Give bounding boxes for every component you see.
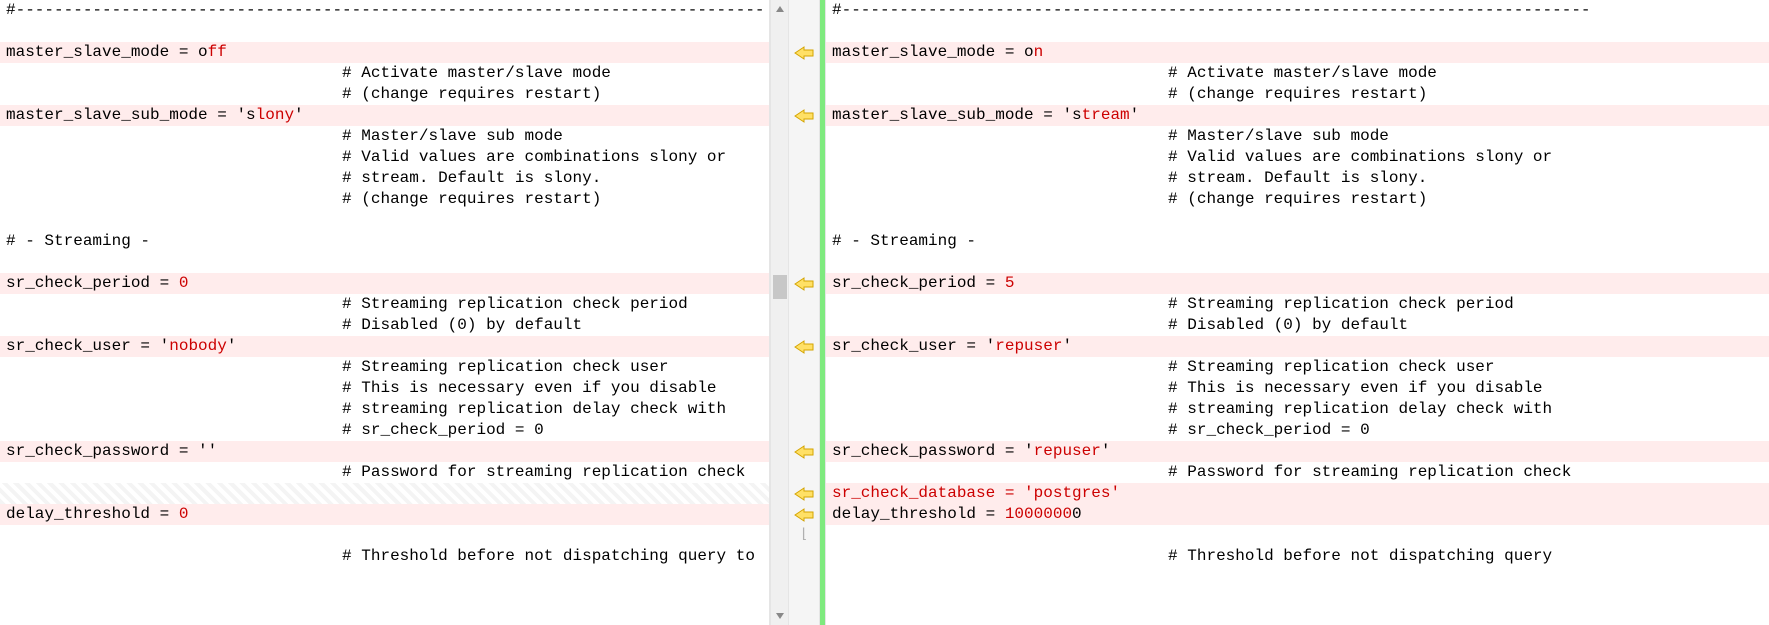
code-line: # stream. Default is slony. xyxy=(0,168,769,189)
code-line: master_slave_sub_mode = 'stream' xyxy=(826,105,1769,126)
code-line: delay_threshold = 10000000 xyxy=(826,504,1769,525)
code-line: # sr_check_period = 0 xyxy=(826,420,1769,441)
gutter-slot xyxy=(789,21,819,42)
code-line: # Streaming replication check period xyxy=(0,294,769,315)
gutter-slot xyxy=(789,420,819,441)
code-line xyxy=(826,252,1769,273)
code-line: sr_check_password = '' xyxy=(0,441,769,462)
code-line xyxy=(826,210,1769,231)
code-line: # - Streaming - xyxy=(826,231,1769,252)
code-line: # Valid values are combinations slony or xyxy=(826,147,1769,168)
code-line: # Streaming replication check user xyxy=(0,357,769,378)
gutter-slot xyxy=(789,294,819,315)
right-pane[interactable]: #---------------------------------------… xyxy=(826,0,1769,625)
left-vertical-scrollbar[interactable] xyxy=(770,0,788,625)
code-line xyxy=(826,525,1769,546)
line-connector-icon: ⌊ xyxy=(789,525,819,546)
code-line: # Disabled (0) by default xyxy=(826,315,1769,336)
diff-gutter: ⌊ xyxy=(788,0,820,625)
diff-viewer: #---------------------------------------… xyxy=(0,0,1769,625)
copy-left-arrow-icon[interactable] xyxy=(789,42,819,63)
code-line: # sr_check_period = 0 xyxy=(0,420,769,441)
code-line: #---------------------------------------… xyxy=(826,0,1769,21)
code-line: sr_check_period = 0 xyxy=(0,273,769,294)
left-pane[interactable]: #---------------------------------------… xyxy=(0,0,770,625)
gutter-slot xyxy=(789,231,819,252)
code-line: # streaming replication delay check with xyxy=(826,399,1769,420)
code-line: # - Streaming - xyxy=(0,231,769,252)
missing-line-placeholder xyxy=(0,483,769,504)
gutter-slot xyxy=(789,462,819,483)
code-line: # streaming replication delay check with xyxy=(0,399,769,420)
code-line: sr_check_user = 'nobody' xyxy=(0,336,769,357)
copy-left-arrow-icon[interactable] xyxy=(789,105,819,126)
code-line: # (change requires restart) xyxy=(826,84,1769,105)
code-line: # Activate master/slave mode xyxy=(826,63,1769,84)
code-line: master_slave_mode = on xyxy=(826,42,1769,63)
gutter-slot xyxy=(789,84,819,105)
code-line xyxy=(0,21,769,42)
code-line: sr_check_period = 5 xyxy=(826,273,1769,294)
code-line: # Disabled (0) by default xyxy=(0,315,769,336)
gutter-slot xyxy=(789,126,819,147)
gutter-slot xyxy=(789,378,819,399)
code-line: # (change requires restart) xyxy=(0,84,769,105)
code-line: # (change requires restart) xyxy=(0,189,769,210)
gutter-slot xyxy=(789,315,819,336)
code-line: # This is necessary even if you disable xyxy=(0,378,769,399)
code-line: # Threshold before not dispatching query xyxy=(826,546,1769,567)
gutter-slot xyxy=(789,147,819,168)
code-line: # Valid values are combinations slony or xyxy=(0,147,769,168)
code-line: # Streaming replication check user xyxy=(826,357,1769,378)
gutter-slot xyxy=(789,210,819,231)
gutter-slot xyxy=(789,0,819,21)
copy-left-arrow-icon[interactable] xyxy=(789,273,819,294)
code-line xyxy=(0,525,769,546)
code-line: delay_threshold = 0 xyxy=(0,504,769,525)
copy-left-arrow-icon[interactable] xyxy=(789,504,819,525)
code-line: master_slave_mode = off xyxy=(0,42,769,63)
copy-left-arrow-icon[interactable] xyxy=(789,441,819,462)
gutter-slot xyxy=(789,546,819,567)
code-line: # Master/slave sub mode xyxy=(826,126,1769,147)
scroll-down-icon[interactable] xyxy=(771,607,789,625)
code-line xyxy=(826,21,1769,42)
scroll-up-icon[interactable] xyxy=(771,0,789,18)
gutter-slot xyxy=(789,189,819,210)
code-line: # Streaming replication check period xyxy=(826,294,1769,315)
code-line xyxy=(0,210,769,231)
code-line: # Threshold before not dispatching query… xyxy=(0,546,769,567)
code-line: # This is necessary even if you disable xyxy=(826,378,1769,399)
copy-left-arrow-icon[interactable] xyxy=(789,483,819,504)
right-text[interactable]: #---------------------------------------… xyxy=(826,0,1769,567)
code-line-added: sr_check_database = 'postgres' xyxy=(826,483,1769,504)
left-text[interactable]: #---------------------------------------… xyxy=(0,0,769,567)
code-line: # Password for streaming replication che… xyxy=(826,462,1769,483)
gutter-slot xyxy=(789,63,819,84)
gutter-slot xyxy=(789,168,819,189)
code-line: sr_check_user = 'repuser' xyxy=(826,336,1769,357)
copy-left-arrow-icon[interactable] xyxy=(789,336,819,357)
gutter-slot xyxy=(789,252,819,273)
gutter-slot xyxy=(789,357,819,378)
code-line: # stream. Default is slony. xyxy=(826,168,1769,189)
code-line: # Master/slave sub mode xyxy=(0,126,769,147)
gutter-slot xyxy=(789,399,819,420)
scrollbar-thumb[interactable] xyxy=(773,275,787,299)
code-line: # Activate master/slave mode xyxy=(0,63,769,84)
code-line: sr_check_password = 'repuser' xyxy=(826,441,1769,462)
code-line xyxy=(0,252,769,273)
code-line: #---------------------------------------… xyxy=(0,0,769,21)
code-line: # (change requires restart) xyxy=(826,189,1769,210)
code-line: # Password for streaming replication che… xyxy=(0,462,769,483)
code-line: master_slave_sub_mode = 'slony' xyxy=(0,105,769,126)
